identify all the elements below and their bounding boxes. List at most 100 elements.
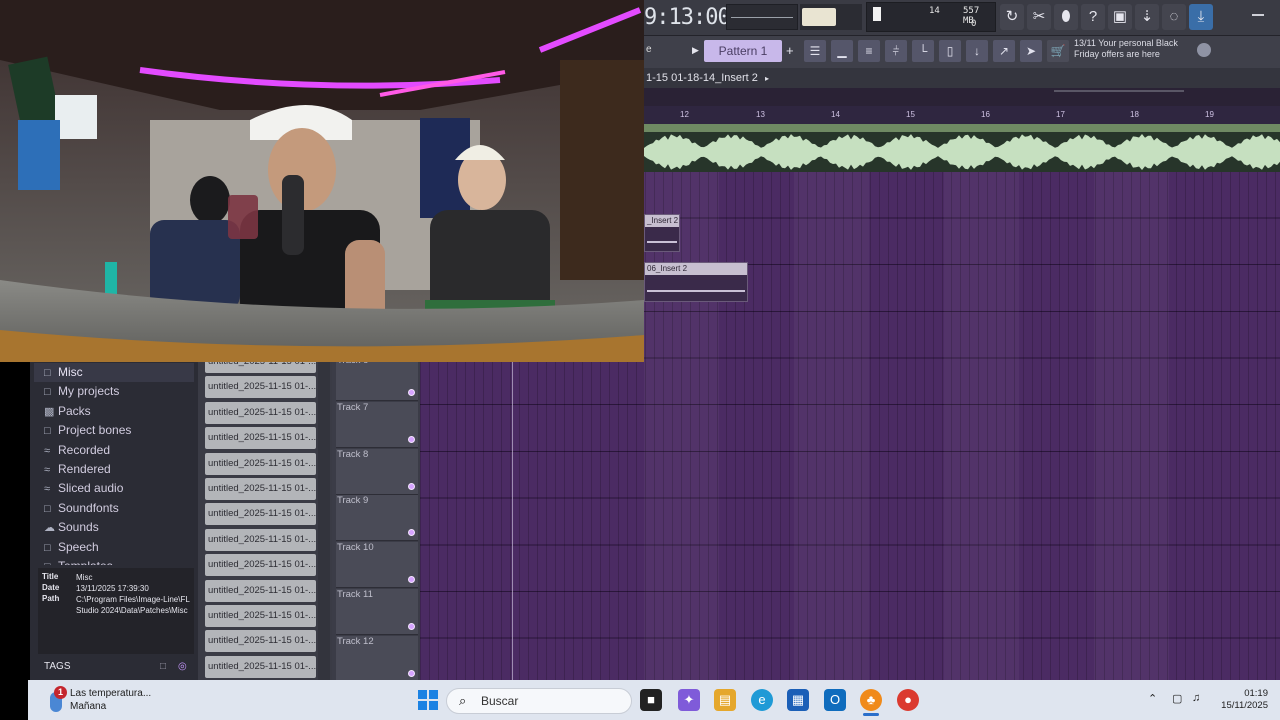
- piano-roll-icon[interactable]: ▁: [831, 40, 853, 62]
- notification-badge: 1: [54, 686, 67, 699]
- browser-item[interactable]: □ Project bones: [44, 421, 131, 440]
- save-icon[interactable]: ▣: [1108, 4, 1132, 30]
- browser-item-label: Rendered: [58, 462, 111, 476]
- pattern-clip[interactable]: untitled_2025-11-15 01-...: [205, 528, 316, 551]
- undo-icon[interactable]: ↻: [1000, 4, 1024, 30]
- track-dot-icon[interactable]: [408, 389, 415, 396]
- globe-icon[interactable]: [1197, 43, 1211, 57]
- tools-icon[interactable]: ↗: [993, 40, 1015, 62]
- browser-icon[interactable]: └: [912, 40, 934, 62]
- pattern-clip[interactable]: untitled_2025-11-15 01-...: [205, 478, 316, 500]
- channel-rack-icon[interactable]: ≡: [858, 40, 880, 62]
- volume-icon[interactable]: ♫: [1192, 692, 1200, 704]
- audio-clip-waveform[interactable]: [644, 124, 1280, 172]
- tags-bar[interactable]: TAGS □ ◎: [38, 656, 196, 678]
- pattern-clip[interactable]: untitled_2025-11-15 01-...: [205, 503, 316, 526]
- task-view-icon[interactable]: ■: [640, 689, 662, 711]
- browser-item-label: Templates: [58, 559, 113, 565]
- timeline-ruler[interactable]: 12 13 14 15 16 17 18 19: [644, 106, 1280, 124]
- track-dot-icon[interactable]: [408, 623, 415, 630]
- playlist-icon[interactable]: ☰: [804, 40, 826, 62]
- plugin-icon[interactable]: ↓: [966, 40, 988, 62]
- browser-item[interactable]: □Templates: [44, 557, 113, 565]
- audio-clip[interactable]: _Insert 2: [644, 214, 680, 252]
- copilot-icon[interactable]: ✦: [678, 689, 700, 711]
- track-header[interactable]: Track 10: [336, 542, 418, 589]
- audio-clip[interactable]: 06_Insert 2: [644, 262, 748, 302]
- chat-icon[interactable]: ◌: [1162, 4, 1186, 30]
- track-label: Track 12: [337, 635, 374, 647]
- folder-icon[interactable]: □: [160, 656, 166, 678]
- outlook-icon[interactable]: O: [824, 689, 846, 711]
- mic-icon[interactable]: ⬮: [1054, 4, 1078, 30]
- master-volume[interactable]: [800, 4, 862, 30]
- network-icon[interactable]: ▢: [1172, 692, 1182, 705]
- track-dot-icon[interactable]: [408, 435, 415, 443]
- clip-list-scrollbar[interactable]: [318, 362, 330, 680]
- browser-item[interactable]: ≈ Sliced audio: [44, 479, 123, 498]
- pattern-clip[interactable]: untitled_2025-11-15 01-...: [205, 605, 316, 627]
- browser-item[interactable]: □ Misc: [34, 363, 194, 382]
- browser-item[interactable]: □ Speech: [44, 538, 99, 557]
- file-icon[interactable]: ▯: [939, 40, 961, 62]
- track-label: Track 8: [337, 448, 369, 460]
- chevron-up-icon[interactable]: ⌃: [1148, 692, 1157, 705]
- pattern-clip[interactable]: untitled_2025-11-15 01-...: [205, 376, 316, 399]
- store-icon[interactable]: ▦: [787, 689, 809, 711]
- song-time-display[interactable]: 9:13:00: [644, 2, 731, 34]
- track-header[interactable]: Track 11: [336, 589, 418, 635]
- pattern-clip[interactable]: untitled_2025-11-15 01-...: [205, 579, 316, 602]
- minimize-icon[interactable]: [1252, 14, 1264, 16]
- pattern-clip[interactable]: untitled_2025-11-15 01-...: [205, 452, 316, 475]
- clip-label: _Insert 2: [645, 215, 679, 227]
- system-tray[interactable]: ⌃ ▢ ♫ 01:19 15/11/2025: [1140, 684, 1280, 716]
- windows-start-icon[interactable]: [418, 690, 438, 710]
- hint-icon[interactable]: ➤: [1020, 40, 1042, 62]
- track-dot-icon[interactable]: [408, 669, 415, 677]
- file-explorer-icon[interactable]: ▤: [714, 689, 736, 711]
- track-dot-icon[interactable]: [408, 529, 415, 537]
- track-header[interactable]: Track 12: [336, 635, 418, 682]
- track-dot-icon[interactable]: [408, 482, 415, 490]
- shop-icon[interactable]: 🛒: [1047, 40, 1069, 62]
- info-date-key: Date: [42, 583, 60, 592]
- browser-item[interactable]: ☁ Sounds: [44, 518, 99, 537]
- pattern-clip[interactable]: untitled_2025-11-15 01-...: [205, 655, 316, 678]
- mode-arrow-icon[interactable]: e: [646, 44, 652, 55]
- search-tag-icon[interactable]: ◎: [178, 656, 187, 678]
- pattern-selector[interactable]: Pattern 1: [704, 40, 782, 62]
- browser-item[interactable]: ≈ Recorded: [44, 441, 110, 460]
- chevron-right-icon[interactable]: ▸: [765, 74, 769, 83]
- fl-studio-icon[interactable]: ♣: [860, 689, 882, 711]
- browser-item[interactable]: ≈ Rendered: [44, 460, 111, 479]
- pattern-clip[interactable]: untitled_2025-11-15 01-...: [205, 427, 316, 450]
- pattern-clip[interactable]: untitled_2025-11-15 01-...: [205, 401, 316, 424]
- browser-item[interactable]: ▩ Packs: [44, 402, 91, 421]
- weather-widget[interactable]: 1 Las temperatura... Mañana: [48, 684, 188, 716]
- download-icon[interactable]: ⤓: [1189, 4, 1213, 30]
- folder-icon: □: [44, 367, 51, 379]
- taskbar-clock[interactable]: 01:19 15/11/2025: [1221, 688, 1268, 712]
- play-pattern-icon[interactable]: ▶: [692, 45, 699, 56]
- track-header[interactable]: Track 9: [336, 495, 418, 542]
- edge-icon[interactable]: e: [751, 689, 773, 711]
- add-pattern-icon[interactable]: +: [786, 43, 794, 58]
- help-icon[interactable]: ?: [1081, 4, 1105, 30]
- track-header[interactable]: Track 7: [336, 401, 418, 448]
- pattern-clip[interactable]: untitled_2025-11-15 01-...: [205, 630, 316, 653]
- playhead[interactable]: [512, 362, 513, 680]
- folder-icon: □: [44, 558, 58, 565]
- track-dot-icon[interactable]: [408, 576, 415, 584]
- cut-tool-icon[interactable]: ✂: [1027, 4, 1051, 30]
- oscilloscope: [726, 4, 798, 30]
- browser-item[interactable]: □ Soundfonts: [44, 499, 119, 518]
- pattern-clip[interactable]: untitled_2025-11-15 01-...: [205, 554, 316, 577]
- mixer-icon[interactable]: ⫩: [885, 40, 907, 62]
- taskbar-search[interactable]: ⌕ Buscar: [446, 688, 632, 714]
- browser-item[interactable]: □ My projects: [44, 382, 119, 401]
- track-header[interactable]: Track 8: [336, 448, 418, 495]
- wave-icon: ≈: [44, 483, 51, 496]
- export-icon[interactable]: ⇣: [1135, 4, 1159, 30]
- chrome-icon[interactable]: ●: [897, 689, 919, 711]
- playlist-overview[interactable]: [644, 88, 1280, 106]
